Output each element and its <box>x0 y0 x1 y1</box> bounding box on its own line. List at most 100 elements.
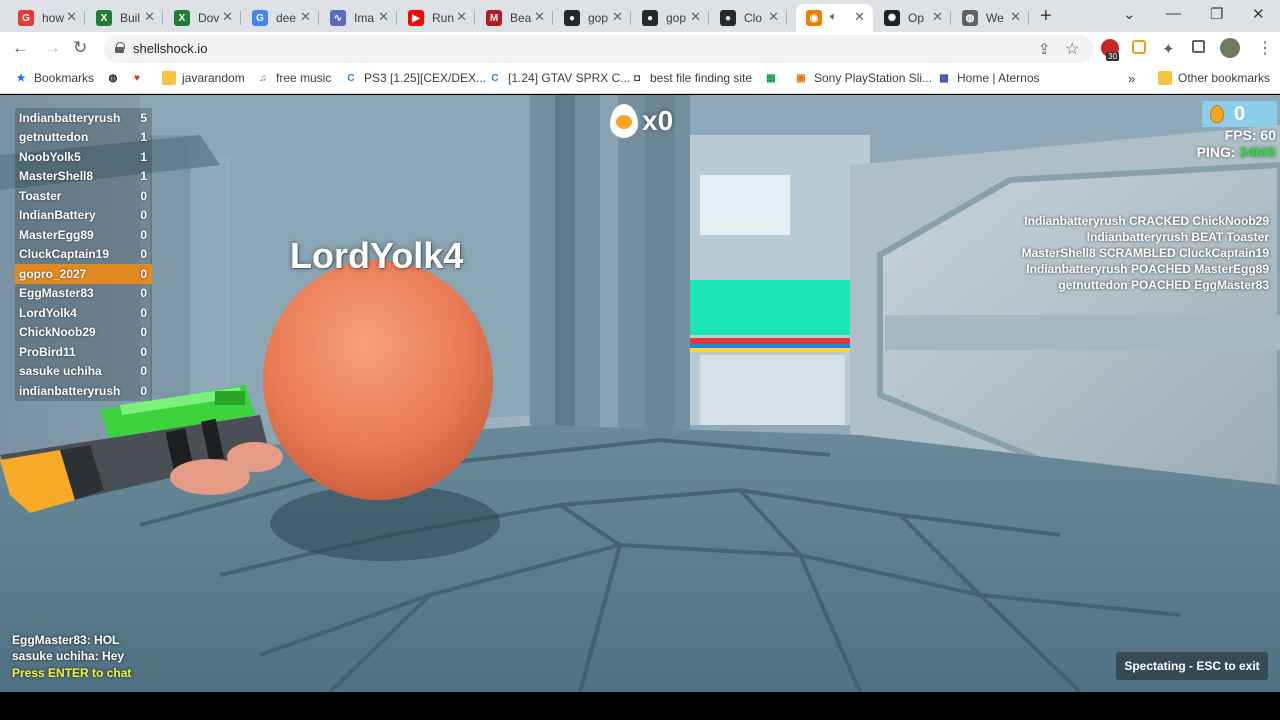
bookmark-label: javarandom <box>182 71 245 85</box>
google-icon: G <box>18 10 34 26</box>
chat-prompt[interactable]: Press ENTER to chat <box>12 664 131 682</box>
player-name: LordYolk4 <box>19 305 77 320</box>
minimize-button[interactable]: — <box>1166 5 1181 22</box>
chat-box: EggMaster83: HOL sasuke uchiha: Hey Press… <box>12 632 131 682</box>
close-tab-icon[interactable]: ✕ <box>690 9 701 25</box>
scoreboard-row: Toaster 0 <box>15 186 152 206</box>
tab-search-icon[interactable]: ⌄ <box>1123 5 1136 23</box>
ping-label: PING: <box>1196 144 1236 160</box>
scoreboard-row: LordYolk4 0 <box>15 303 152 323</box>
excel-icon: X <box>96 10 112 26</box>
profile-avatar[interactable] <box>1220 38 1240 58</box>
lock-icon[interactable] <box>115 42 125 53</box>
audio-playing-icon[interactable]: 🔈︎ <box>830 9 837 24</box>
ping-value: 34MS <box>1239 144 1276 160</box>
excel-icon: X <box>174 10 190 26</box>
extension-badge: 30 <box>1106 52 1119 61</box>
tab-10[interactable]: ◉ 🔈︎ ✕ <box>796 4 873 32</box>
folder-icon <box>162 71 176 85</box>
forward-button[interactable]: → <box>44 38 61 58</box>
reload-button[interactable]: ↻ <box>73 38 87 58</box>
tab-0[interactable]: Ghow ✕ <box>8 4 85 32</box>
tab-separator <box>1028 11 1029 25</box>
tab-11[interactable]: ✺ Op ✕ <box>874 4 951 32</box>
close-window-button[interactable]: ✕ <box>1252 5 1265 23</box>
extension-2-icon[interactable] <box>1132 40 1146 54</box>
player-score: 0 <box>140 344 147 359</box>
bookmark-item[interactable]: ♥ <box>130 71 150 85</box>
tab-12[interactable]: ◍ We ✕ <box>952 4 1029 32</box>
bookmark-star-icon[interactable]: ☆ <box>1065 39 1079 59</box>
player-score: 0 <box>140 266 147 281</box>
bookmark-item[interactable]: ▣ Sony PlayStation Sli... <box>794 71 932 85</box>
bookmark-item[interactable]: ★ Bookmarks <box>14 71 95 85</box>
extensions-puzzle-icon[interactable]: ✦ <box>1162 40 1175 58</box>
c-icon: C <box>491 72 499 84</box>
tab-7[interactable]: ● gop ✕ <box>554 4 631 32</box>
tab-4[interactable]: ∿ Ima ✕ <box>320 4 397 32</box>
tab-1[interactable]: X Buil ✕ <box>86 4 163 32</box>
killfeed-entry: Indianbatteryrush CRACKED ChickNoob29 <box>1024 214 1269 228</box>
close-tab-icon[interactable]: ✕ <box>300 9 311 25</box>
menu-kebab-icon[interactable]: ⋮ <box>1257 38 1273 58</box>
tab-6[interactable]: M Bea ✕ <box>476 4 553 32</box>
tab-separator <box>84 11 85 25</box>
bookmark-item[interactable]: C [1.24] GTAV SPRX C... <box>488 71 630 85</box>
player-score: 0 <box>140 305 147 320</box>
close-tab-icon[interactable]: ✕ <box>222 9 233 25</box>
bookmark-item[interactable]: ▦ <box>764 71 784 85</box>
spectate-exit-button[interactable]: Spectating - ESC to exit <box>1116 652 1268 680</box>
bookmarks-overflow-icon[interactable]: » <box>1128 71 1135 86</box>
music-icon: ♫ <box>259 72 267 84</box>
address-bar[interactable]: shellshock.io ⇪ ☆ <box>104 35 1094 63</box>
tab-strip: + ⌄ — ❐ ✕ Ghow ✕ X Buil ✕ X Dov ✕ Gdee ✕ ∿ Ima ✕ ▶ Run… <box>0 0 1280 32</box>
close-tab-icon[interactable]: ✕ <box>768 9 779 25</box>
bookmark-label: free music <box>276 71 332 85</box>
close-tab-icon[interactable]: ✕ <box>932 9 943 25</box>
github-icon: ● <box>720 10 736 26</box>
bookmark-item[interactable]: ◘ best file finding site <box>630 71 752 85</box>
player-score: 0 <box>140 325 147 340</box>
bookmark-label: [1.24] GTAV SPRX C... <box>508 71 631 85</box>
back-button[interactable]: ← <box>12 38 29 58</box>
kill-feed: Indianbatteryrush CRACKED ChickNoob29 Ind… <box>1022 213 1269 293</box>
killfeed-entry: Indianbatteryrush POACHED MasterEgg89 <box>1026 262 1269 276</box>
tab-8[interactable]: ● gop ✕ <box>632 4 709 32</box>
bookmark-item[interactable]: ◍ <box>106 71 126 85</box>
close-tab-icon[interactable]: ✕ <box>456 9 467 25</box>
bookmark-item[interactable]: Other bookmarks <box>1158 71 1270 85</box>
chat-message: sasuke uchiha: Hey <box>12 649 125 663</box>
close-tab-icon[interactable]: ✕ <box>144 9 155 25</box>
bookmark-label: Home | Aternos <box>957 71 1040 85</box>
kill-count-value: x0 <box>642 105 674 136</box>
player-name: IndianBattery <box>19 208 96 223</box>
tab-5[interactable]: ▶ Run ✕ <box>398 4 475 32</box>
close-tab-icon[interactable]: ✕ <box>612 9 623 25</box>
fps-readout: FPS: 60 <box>1225 127 1276 143</box>
bookmark-item[interactable]: C PS3 [1.25][CEX/DEX... <box>344 71 486 85</box>
bookmark-label: best file finding site <box>650 71 753 85</box>
close-tab-icon[interactable]: ✕ <box>378 9 389 25</box>
bookmark-item[interactable]: ▩ Home | Aternos <box>937 71 1040 85</box>
scoreboard-row: sasuke uchiha 0 <box>15 361 152 381</box>
tab-3[interactable]: Gdee ✕ <box>242 4 319 32</box>
maximize-button[interactable]: ❐ <box>1210 5 1223 23</box>
close-tab-icon[interactable]: ✕ <box>1010 9 1021 25</box>
google-icon: G <box>252 10 268 26</box>
close-tab-icon[interactable]: ✕ <box>66 9 77 25</box>
close-tab-icon[interactable]: ✕ <box>534 9 545 25</box>
game-viewport[interactable]: Indianbatteryrush 5 getnuttedon 1 NoobYolk5 1… <box>0 95 1280 692</box>
tab-2[interactable]: X Dov ✕ <box>164 4 241 32</box>
close-tab-icon[interactable]: ✕ <box>854 9 865 25</box>
openai-icon: ✺ <box>884 10 900 26</box>
url-text[interactable]: shellshock.io <box>133 41 207 56</box>
tab-separator <box>786 11 787 25</box>
side-panel-icon[interactable] <box>1192 40 1205 53</box>
killfeed-entry: getnuttedon POACHED EggMaster83 <box>1058 278 1269 292</box>
bookmark-item[interactable]: javarandom <box>162 71 245 85</box>
tab-9[interactable]: ● Clo ✕ <box>710 4 787 32</box>
player-nametag: LordYolk4 <box>290 235 464 276</box>
new-tab-button[interactable]: + <box>1040 5 1052 28</box>
bookmark-item[interactable]: ♫ free music <box>256 71 331 85</box>
share-icon[interactable]: ⇪ <box>1038 40 1051 58</box>
